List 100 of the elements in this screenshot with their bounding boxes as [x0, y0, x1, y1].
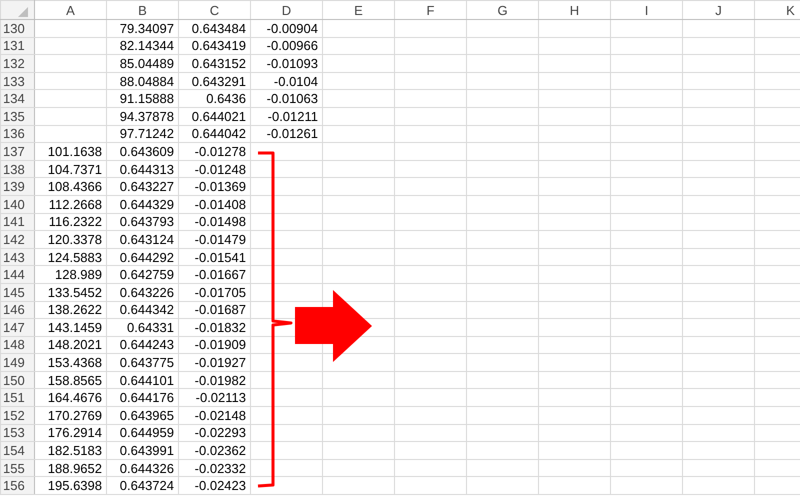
- column-header[interactable]: I: [610, 0, 682, 20]
- table-cell: 79.34097: [106, 20, 178, 38]
- table-cell: -0.02293: [178, 424, 250, 442]
- table-cell: 138.2622: [34, 301, 106, 319]
- table-cell: 0.644243: [106, 336, 178, 354]
- table-cell: 0.643227: [106, 178, 178, 196]
- arrow-icon: [295, 290, 372, 362]
- table-cell: 108.4366: [34, 178, 106, 196]
- table-cell: 0.644176: [106, 388, 178, 407]
- table-cell: 0.644042: [178, 125, 250, 143]
- table-cell: 104.7371: [34, 160, 106, 178]
- row-header[interactable]: 137: [0, 142, 34, 160]
- row-header[interactable]: 143: [0, 248, 34, 266]
- table-cell: -0.01927: [178, 354, 250, 372]
- table-cell: 85.04489: [106, 54, 178, 72]
- column-header[interactable]: F: [394, 0, 466, 20]
- table-cell: 120.3378: [34, 230, 106, 248]
- table-cell: 0.643724: [106, 476, 178, 495]
- table-cell: -0.01909: [178, 336, 250, 354]
- column-header[interactable]: H: [538, 0, 610, 20]
- column-header[interactable]: G: [466, 0, 538, 20]
- select-all-icon[interactable]: [18, 7, 28, 17]
- row-header[interactable]: 149: [0, 354, 34, 372]
- table-cell: 0.644101: [106, 371, 178, 389]
- row-header[interactable]: 136: [0, 125, 34, 143]
- table-cell: 101.1638: [34, 142, 106, 160]
- table-cell: 0.642759: [106, 266, 178, 284]
- table-cell: -0.01832: [178, 318, 250, 336]
- row-header[interactable]: 151: [0, 388, 34, 407]
- table-cell: 148.2021: [34, 336, 106, 354]
- table-cell: 94.37878: [106, 107, 178, 126]
- column-header[interactable]: C: [178, 0, 250, 20]
- row-header[interactable]: 147: [0, 318, 34, 336]
- row-header[interactable]: 152: [0, 406, 34, 424]
- row-header[interactable]: 141: [0, 213, 34, 231]
- table-cell: 0.643124: [106, 230, 178, 248]
- column-header[interactable]: J: [682, 0, 754, 20]
- table-cell: -0.02332: [178, 459, 250, 477]
- table-cell: 0.643609: [106, 142, 178, 160]
- column-header[interactable]: K: [754, 0, 800, 20]
- table-cell: 0.643484: [178, 20, 250, 38]
- table-cell: 176.2914: [34, 424, 106, 442]
- table-cell: -0.01261: [250, 125, 322, 143]
- row-header[interactable]: 139: [0, 178, 34, 196]
- table-cell: 82.14344: [106, 37, 178, 55]
- row-header[interactable]: 144: [0, 266, 34, 284]
- row-header[interactable]: 140: [0, 195, 34, 214]
- table-cell: 124.5883: [34, 248, 106, 266]
- table-cell: 0.643793: [106, 213, 178, 231]
- column-header[interactable]: B: [106, 0, 178, 20]
- row-header[interactable]: 138: [0, 160, 34, 178]
- row-header[interactable]: 132: [0, 54, 34, 72]
- row-header[interactable]: 130: [0, 20, 34, 38]
- table-cell: 0.643775: [106, 354, 178, 372]
- table-cell: 88.04884: [106, 72, 178, 90]
- table-cell: 0.64331: [106, 318, 178, 336]
- table-cell: 158.8565: [34, 371, 106, 389]
- table-cell: -0.00904: [250, 20, 322, 38]
- table-cell: -0.01498: [178, 213, 250, 231]
- table-cell: 0.643991: [106, 442, 178, 460]
- row-header[interactable]: 145: [0, 283, 34, 301]
- table-cell: -0.01479: [178, 230, 250, 248]
- row-header[interactable]: 153: [0, 424, 34, 442]
- row-header[interactable]: 156: [0, 476, 34, 495]
- table-cell: 182.5183: [34, 442, 106, 460]
- table-cell: 170.2769: [34, 406, 106, 424]
- row-header[interactable]: 134: [0, 90, 34, 108]
- table-cell: 91.15888: [106, 90, 178, 108]
- table-cell: -0.01705: [178, 283, 250, 301]
- row-header[interactable]: 155: [0, 459, 34, 477]
- column-header[interactable]: D: [250, 0, 322, 20]
- table-cell: -0.01408: [178, 195, 250, 214]
- table-cell: 0.644959: [106, 424, 178, 442]
- row-header[interactable]: 135: [0, 107, 34, 126]
- table-cell: 0.643291: [178, 72, 250, 90]
- table-cell: -0.01982: [178, 371, 250, 389]
- column-header[interactable]: E: [322, 0, 394, 20]
- row-header[interactable]: 142: [0, 230, 34, 248]
- table-cell: -0.02113: [178, 388, 250, 407]
- table-cell: -0.01541: [178, 248, 250, 266]
- row-header[interactable]: 146: [0, 301, 34, 319]
- table-cell: 97.71242: [106, 125, 178, 143]
- table-cell: 195.6398: [34, 476, 106, 495]
- row-header[interactable]: 148: [0, 336, 34, 354]
- table-cell: -0.02423: [178, 476, 250, 495]
- table-cell: 0.644292: [106, 248, 178, 266]
- table-cell: 0.644021: [178, 107, 250, 126]
- column-header[interactable]: A: [34, 0, 106, 20]
- row-header[interactable]: 131: [0, 37, 34, 55]
- table-cell: -0.01211: [250, 107, 322, 126]
- table-cell: 0.643419: [178, 37, 250, 55]
- row-header[interactable]: 154: [0, 442, 34, 460]
- table-cell: -0.01369: [178, 178, 250, 196]
- row-header[interactable]: 150: [0, 371, 34, 389]
- table-cell: 0.643965: [106, 406, 178, 424]
- table-cell: 143.1459: [34, 318, 106, 336]
- table-cell: -0.01687: [178, 301, 250, 319]
- table-cell: 0.644342: [106, 301, 178, 319]
- table-cell: 133.5452: [34, 283, 106, 301]
- row-header[interactable]: 133: [0, 72, 34, 90]
